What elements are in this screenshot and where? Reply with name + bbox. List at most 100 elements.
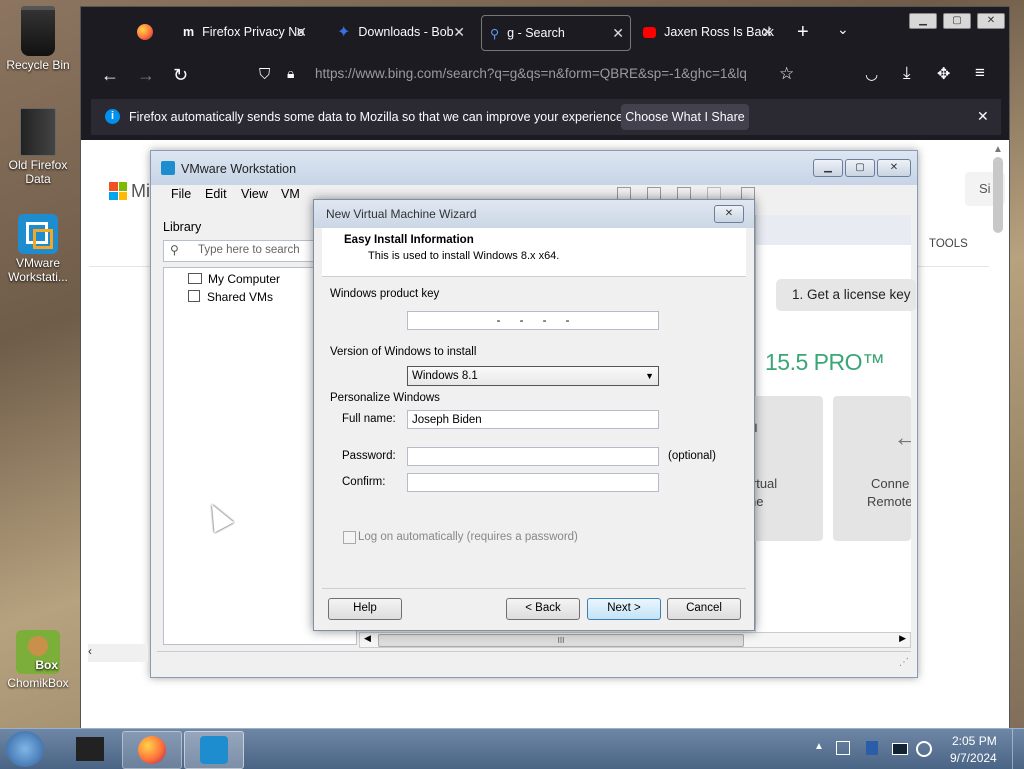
vmware-minimize-button[interactable]: ▁	[813, 159, 843, 177]
status-bar	[157, 651, 911, 670]
personalize-label: Personalize Windows	[330, 392, 440, 404]
vmware-icon	[18, 214, 58, 254]
version-label: Version of Windows to install	[330, 346, 477, 358]
tree-item-my-computer[interactable]: My Computer	[188, 272, 280, 286]
minimize-button[interactable]: ▁	[909, 13, 937, 29]
horizontal-scrollbar[interactable]: ◀ III ▶	[359, 632, 911, 648]
chomikbox-icon: Box	[16, 630, 60, 674]
get-license-key-button[interactable]: 1. Get a license key	[776, 279, 916, 311]
arrow-left-icon: ←	[893, 422, 911, 452]
reload-icon[interactable]: ↻	[173, 65, 188, 86]
clock-time[interactable]: 2:05 PM	[952, 734, 997, 748]
tray-icons[interactable]	[836, 741, 932, 757]
desktop-icon-chomikbox[interactable]: Box ChomikBox	[0, 630, 76, 690]
menu-vm[interactable]: VM	[281, 187, 300, 201]
wizard-header-subtitle: This is used to install Windows 8.x x64.	[368, 250, 560, 262]
shield-icon[interactable]: ⛉	[259, 66, 270, 83]
data-notification-bar: i Firefox automatically sends some data …	[91, 99, 1001, 135]
desktop-icon-recycle-bin[interactable]: Recycle Bin	[0, 6, 76, 72]
folder-icon	[20, 108, 56, 156]
forward-icon[interactable]: →	[137, 65, 155, 86]
connect-remote-card[interactable]: ← Conne Remote	[833, 396, 911, 541]
desktop-icon-old-firefox-data[interactable]: Old Firefox Data	[0, 108, 76, 186]
tree-item-shared-vms[interactable]: Shared VMs	[188, 290, 273, 304]
scroll-thumb[interactable]: III	[378, 634, 744, 647]
close-tab-icon[interactable]: ✕	[761, 24, 773, 41]
start-button[interactable]	[6, 731, 44, 767]
autologon-checkbox[interactable]	[343, 531, 356, 544]
tab-search-active[interactable]: ⚲ g - Search ✕	[481, 15, 631, 51]
tools-nav-item[interactable]: TOOLS	[929, 238, 968, 250]
new-vm-wizard-dialog: New Virtual Machine Wizard ✕ Easy Instal…	[313, 199, 755, 631]
vmware-titlebar[interactable]: VMware Workstation ▁ ▢ ✕	[151, 151, 917, 185]
close-window-button[interactable]: ✕	[977, 13, 1005, 29]
clock-date[interactable]: 9/7/2024	[950, 751, 997, 765]
show-desktop-button[interactable]	[1012, 729, 1024, 769]
back-icon[interactable]: ←	[101, 65, 119, 86]
close-tab-icon[interactable]: ✕	[612, 25, 624, 42]
desktop-icon-vmware[interactable]: VMware Workstati...	[0, 214, 76, 284]
choose-what-i-share-button[interactable]: Choose What I Share	[621, 104, 749, 130]
computer-icon	[188, 273, 202, 284]
vmware-maximize-button[interactable]: ▢	[845, 159, 875, 177]
search-icon: ⚲	[490, 26, 500, 41]
password-input[interactable]	[407, 447, 659, 466]
microsoft-logo-text: Mi	[131, 181, 150, 201]
chevron-down-icon: ▼	[645, 371, 654, 381]
tab-downloads[interactable]: ✦ Downloads - Bob ✕	[331, 15, 471, 49]
info-icon: i	[105, 109, 120, 124]
help-button[interactable]: Help	[328, 598, 402, 620]
page-scrollbar[interactable]: ▲	[991, 144, 1005, 244]
close-tab-icon[interactable]: ✕	[295, 24, 307, 41]
wizard-close-button[interactable]: ✕	[714, 205, 744, 223]
wizard-button-divider	[322, 588, 746, 589]
taskbar-vmware[interactable]	[184, 731, 244, 769]
downloads-icon[interactable]: ⤓	[903, 63, 911, 83]
tab-youtube[interactable]: Jaxen Ross Is Back ✕	[639, 15, 779, 49]
bookmark-star-icon[interactable]: ☆	[779, 64, 794, 84]
url-field[interactable]: https://www.bing.com/search?q=g&qs=n&for…	[315, 59, 835, 89]
library-search-input[interactable]: ⚲ Type here to search	[163, 240, 325, 262]
taskbar-firefox[interactable]	[122, 731, 182, 769]
taskbar-recycle-app[interactable]	[62, 731, 120, 767]
microsoft-logo-icon	[109, 182, 127, 200]
list-all-tabs-icon[interactable]: ⌄	[837, 21, 849, 38]
library-collapse-icon[interactable]: ‹	[88, 644, 148, 662]
notification-text: Firefox automatically sends some data to…	[129, 110, 627, 124]
home-tab-header	[756, 215, 911, 245]
show-hidden-icons[interactable]: ▲	[814, 741, 824, 752]
product-key-input[interactable]: - - - -	[407, 311, 659, 330]
confirm-password-input[interactable]	[407, 473, 659, 492]
extensions-icon[interactable]: ✥	[937, 64, 950, 84]
menu-edit[interactable]: Edit	[205, 187, 227, 201]
menu-view[interactable]: View	[241, 187, 268, 201]
autologon-label: Log on automatically (requires a passwor…	[358, 531, 578, 543]
maximize-button[interactable]: ▢	[943, 13, 971, 29]
tab-firefox[interactable]	[131, 15, 161, 49]
desktop-icon-label: VMware Workstati...	[8, 256, 68, 284]
cancel-button[interactable]: Cancel	[667, 598, 741, 620]
new-tab-button[interactable]: +	[797, 21, 809, 44]
vmware-title: VMware Workstation	[181, 162, 297, 176]
recycle-bin-icon	[21, 6, 55, 56]
firefox-icon	[137, 24, 153, 40]
menu-icon[interactable]: ≡	[975, 63, 985, 83]
lock-icon[interactable]: 🔒︎	[287, 65, 294, 82]
wizard-titlebar[interactable]: New Virtual Machine Wizard ✕	[314, 200, 754, 228]
version-select[interactable]: Windows 8.1 ▼	[407, 366, 659, 386]
next-button[interactable]: Next >	[587, 598, 661, 620]
desktop-icon-label: Old Firefox Data	[8, 158, 68, 186]
youtube-icon	[643, 26, 657, 38]
menu-file[interactable]: File	[171, 187, 191, 201]
tab-firefox-privacy[interactable]: m Firefox Privacy No ✕	[177, 15, 313, 49]
scroll-right-arrow-icon[interactable]: ▶	[899, 633, 906, 644]
back-button[interactable]: < Back	[506, 598, 580, 620]
resize-grip-icon[interactable]: ⋰	[899, 657, 909, 668]
fullname-input[interactable]: Joseph Biden	[407, 410, 659, 429]
close-notification-icon[interactable]: ✕	[977, 108, 989, 125]
vmware-close-button[interactable]: ✕	[877, 159, 911, 177]
scroll-left-arrow-icon[interactable]: ◀	[364, 633, 371, 644]
close-tab-icon[interactable]: ✕	[453, 24, 465, 41]
wizard-header-title: Easy Install Information	[344, 234, 474, 246]
pocket-icon[interactable]: ◡	[865, 65, 878, 83]
